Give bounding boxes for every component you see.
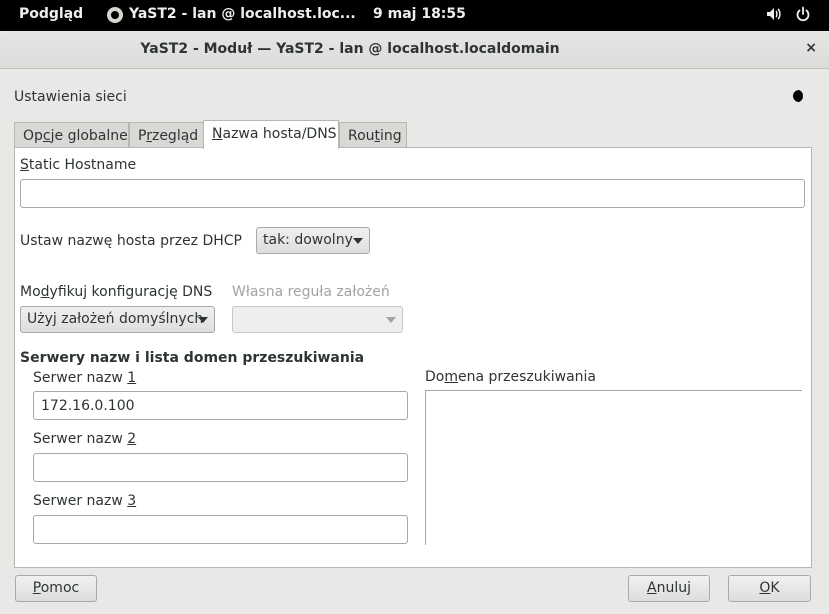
ns2-input[interactable] (33, 453, 408, 482)
dns-mod-label: Modyfikuj konfigurację DNS (20, 284, 213, 300)
tab-hostname-dns[interactable]: Nazwa hosta/DNS (203, 120, 339, 149)
power-icon[interactable] (795, 6, 811, 26)
help-moon-icon[interactable] (793, 88, 809, 104)
custom-rule-label: Własna reguła założeń (232, 284, 390, 300)
dhcp-hostname-value: tak: dowolny (263, 232, 353, 248)
clock[interactable]: 9 maj 18:55 (373, 6, 466, 22)
search-domain-textarea[interactable] (425, 390, 802, 545)
dropdown-arrow-icon (198, 317, 208, 323)
yast-app-icon (107, 7, 123, 23)
ns2-label: Serwer nazw 2 (33, 431, 137, 447)
dhcp-hostname-label: Ustaw nazwę hosta przez DHCP (20, 233, 243, 249)
dns-mod-value: Użyj założeń domyślnych (27, 311, 204, 327)
section-title: Ustawienia sieci (14, 89, 127, 105)
top-bar: Podgląd YaST2 - lan @ localhost.loc... 9… (0, 0, 829, 31)
tab-global-options[interactable]: Opcje globalne (14, 122, 129, 149)
ns3-label: Serwer nazw 3 (33, 493, 137, 509)
dropdown-arrow-icon (353, 238, 363, 244)
tab-overview[interactable]: Przegląd (129, 122, 204, 149)
ns3-input[interactable] (33, 515, 408, 544)
app-menu[interactable]: YaST2 - lan @ localhost.loc... (129, 6, 356, 22)
activities-button[interactable]: Podgląd (19, 6, 83, 22)
help-button[interactable]: Pomoc (15, 575, 97, 602)
ok-button[interactable]: OK (728, 575, 811, 602)
window-titlebar[interactable]: YaST2 - Moduł — YaST2 - lan @ localhost.… (0, 31, 829, 69)
dropdown-arrow-icon (386, 317, 396, 323)
volume-icon[interactable] (766, 6, 782, 26)
static-hostname-input[interactable] (20, 179, 805, 208)
tab-routing[interactable]: Routing (339, 122, 407, 149)
static-hostname-label: Static Hostname (20, 157, 137, 173)
ns1-label: Serwer nazw 1 (33, 370, 137, 386)
ns1-input[interactable] (33, 391, 408, 420)
dhcp-hostname-combo[interactable]: tak: dowolny (256, 227, 370, 254)
custom-rule-combo (232, 306, 403, 333)
close-window-button[interactable]: × (805, 40, 817, 56)
servers-heading: Serwery nazw i lista domen przeszukiwani… (20, 350, 365, 366)
cancel-button[interactable]: Anuluj (628, 575, 710, 602)
dns-mod-combo[interactable]: Użyj założeń domyślnych (20, 306, 215, 333)
window-title: YaST2 - Moduł — YaST2 - lan @ localhost.… (140, 41, 560, 57)
search-domain-label: Domena przeszukiwania (425, 369, 597, 385)
